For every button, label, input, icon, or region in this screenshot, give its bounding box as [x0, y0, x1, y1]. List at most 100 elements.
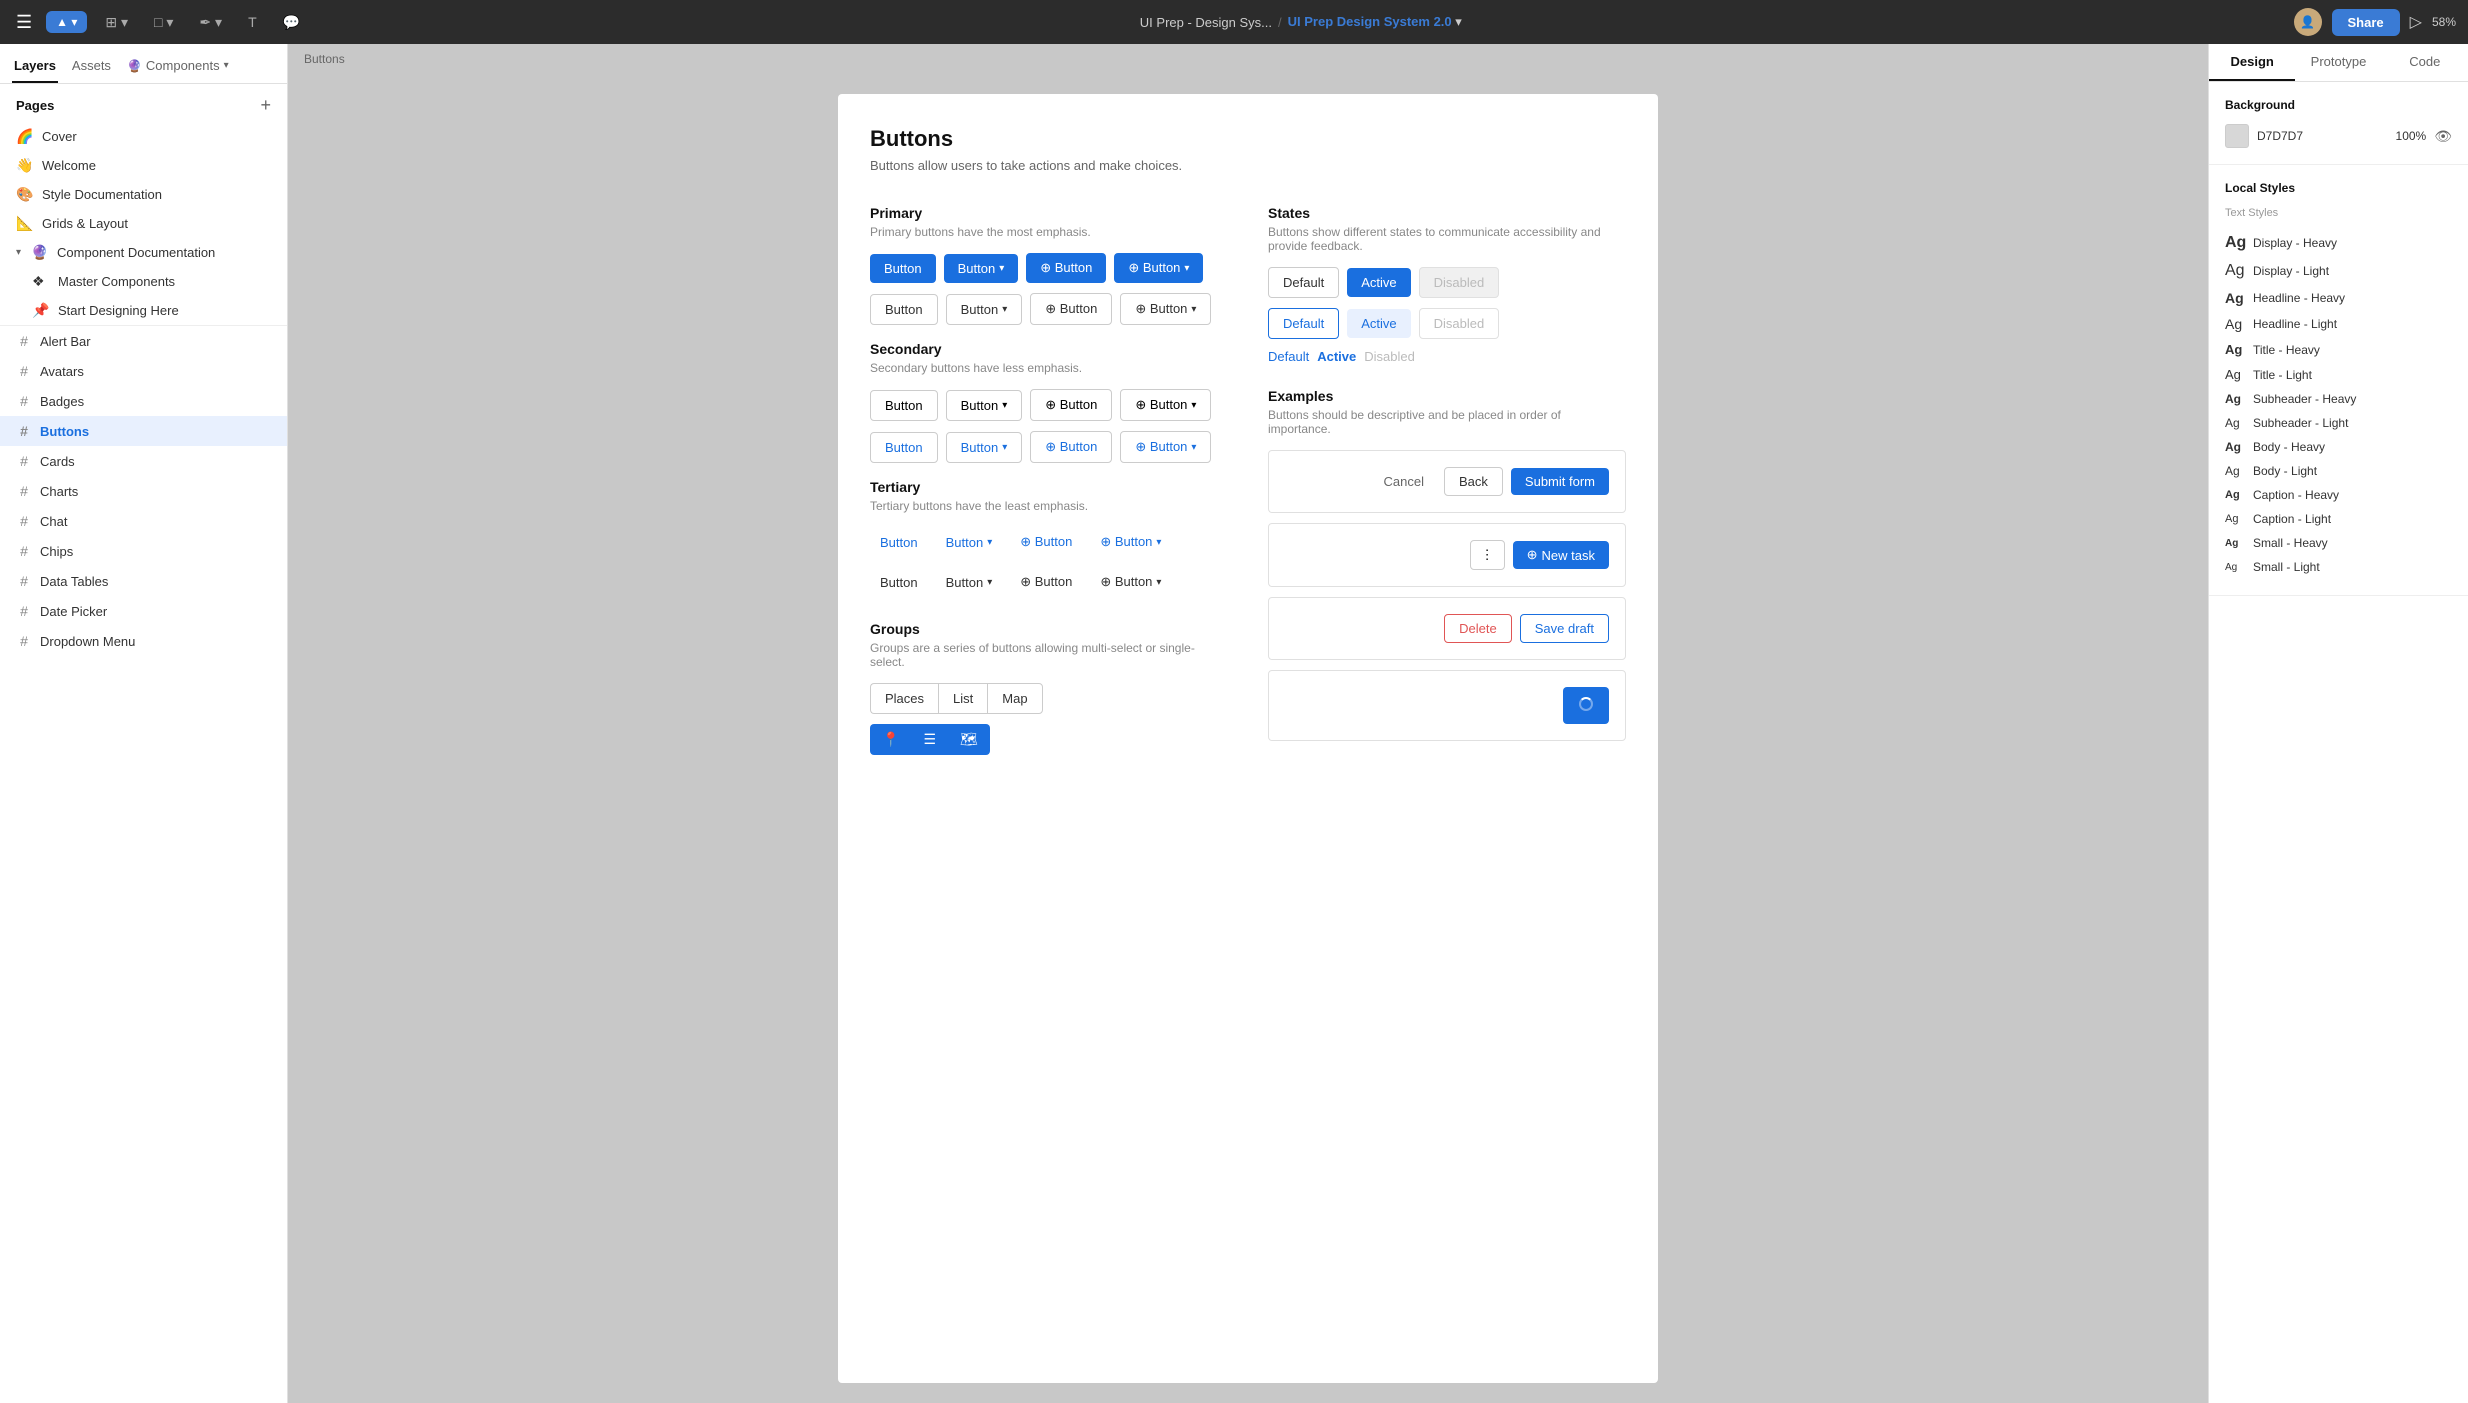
- style-title-heavy[interactable]: Ag Title - Heavy: [2225, 337, 2452, 362]
- primary-btn-outline[interactable]: Button: [870, 294, 938, 325]
- page-grids-layout[interactable]: 📐 Grids & Layout: [0, 209, 287, 238]
- background-hex: D7D7D7: [2257, 129, 2388, 143]
- secondary-btn-solid[interactable]: Button: [870, 390, 938, 421]
- tab-assets[interactable]: Assets: [70, 52, 113, 83]
- visibility-toggle-icon[interactable]: 👁: [2434, 128, 2452, 145]
- style-headline-heavy[interactable]: Ag Headline - Heavy: [2225, 285, 2452, 311]
- style-subheader-heavy[interactable]: Ag Subheader - Heavy: [2225, 387, 2452, 411]
- tertiary-btn-2-icon[interactable]: ⊕ Button: [1010, 567, 1082, 597]
- background-row: D7D7D7 100% 👁: [2225, 124, 2452, 148]
- group-list-icon[interactable]: ☰: [911, 724, 948, 755]
- frame-tool[interactable]: ⊞ ▾: [97, 10, 136, 35]
- state-default-1[interactable]: Default: [1268, 267, 1339, 298]
- sidebar-item-dropdown-menu[interactable]: # Dropdown Menu: [0, 626, 287, 656]
- more-options-button[interactable]: ⋮: [1470, 540, 1505, 570]
- tertiary-btn[interactable]: Button: [870, 528, 928, 557]
- add-page-button[interactable]: +: [260, 96, 271, 114]
- loading-button[interactable]: [1563, 687, 1609, 724]
- background-color-swatch[interactable]: [2225, 124, 2249, 148]
- state-active-2[interactable]: Active: [1347, 309, 1410, 338]
- play-button[interactable]: ▷: [2410, 12, 2422, 32]
- tertiary-btn-2[interactable]: Button: [870, 568, 928, 597]
- sidebar-item-buttons[interactable]: # Buttons: [0, 416, 287, 446]
- primary-btn-outline-dropdown[interactable]: Button ▾: [946, 294, 1023, 325]
- primary-btn-solid[interactable]: Button: [870, 254, 936, 283]
- sidebar-item-charts[interactable]: # Charts: [0, 476, 287, 506]
- sidebar-item-cards[interactable]: # Cards: [0, 446, 287, 476]
- sidebar-item-date-picker[interactable]: # Date Picker: [0, 596, 287, 626]
- panel-tabs: Layers Assets 🔮 Components ▾: [0, 44, 287, 84]
- pen-tool[interactable]: ✒ ▾: [191, 10, 230, 35]
- group-list-button[interactable]: List: [938, 683, 987, 714]
- back-button[interactable]: Back: [1444, 467, 1503, 496]
- group-location-icon[interactable]: 📍: [870, 724, 911, 755]
- style-caption-heavy[interactable]: Ag Caption - Heavy: [2225, 483, 2452, 507]
- page-cover[interactable]: 🌈 Cover: [0, 122, 287, 151]
- menu-button[interactable]: ☰: [12, 8, 36, 37]
- sidebar-item-chips[interactable]: # Chips: [0, 536, 287, 566]
- cursor-tool[interactable]: ▲ ▾: [46, 11, 87, 33]
- style-subheader-light[interactable]: Ag Subheader - Light: [2225, 411, 2452, 435]
- sidebar-item-alert-bar[interactable]: # Alert Bar: [0, 326, 287, 356]
- tertiary-btn-dropdown[interactable]: Button ▾: [936, 528, 1003, 557]
- style-display-heavy[interactable]: Ag Display - Heavy: [2225, 229, 2452, 257]
- delete-button[interactable]: Delete: [1444, 614, 1512, 643]
- tab-layers[interactable]: Layers: [12, 52, 58, 83]
- sidebar-item-chat[interactable]: # Chat: [0, 506, 287, 536]
- secondary-btn-accent-icon[interactable]: ⊕ Button: [1030, 431, 1112, 463]
- page-welcome[interactable]: 👋 Welcome: [0, 151, 287, 180]
- sidebar-item-badges[interactable]: # Badges: [0, 386, 287, 416]
- tab-code[interactable]: Code: [2382, 44, 2468, 81]
- state-default-3[interactable]: Default: [1268, 349, 1309, 364]
- tab-components[interactable]: 🔮 Components ▾: [125, 52, 231, 83]
- style-body-light[interactable]: Ag Body - Light: [2225, 459, 2452, 483]
- tertiary-btn-icon[interactable]: ⊕ Button: [1010, 527, 1082, 557]
- secondary-btn-icon-dropdown[interactable]: ⊕ Button ▾: [1120, 389, 1211, 421]
- comment-tool[interactable]: 💬: [275, 10, 308, 35]
- new-task-button[interactable]: ⊕ New task: [1513, 541, 1609, 569]
- style-headline-light[interactable]: Ag Headline - Light: [2225, 311, 2452, 337]
- style-body-heavy[interactable]: Ag Body - Heavy: [2225, 435, 2452, 459]
- tab-design[interactable]: Design: [2209, 44, 2295, 81]
- tab-prototype[interactable]: Prototype: [2295, 44, 2381, 81]
- primary-btn-outline-icon[interactable]: ⊕ Button: [1030, 293, 1112, 325]
- secondary-btn-icon[interactable]: ⊕ Button: [1030, 389, 1112, 421]
- primary-btn-solid-dropdown[interactable]: Button ▾: [944, 254, 1019, 283]
- primary-row-1: Button Button ▾ ⊕ Button ⊕ Button ▾: [870, 253, 1228, 283]
- sidebar-item-avatars[interactable]: # Avatars: [0, 356, 287, 386]
- style-small-light[interactable]: Ag Small - Light: [2225, 555, 2452, 579]
- group-map-button[interactable]: Map: [987, 683, 1042, 714]
- style-title-light[interactable]: Ag Title - Light: [2225, 362, 2452, 387]
- share-button[interactable]: Share: [2332, 9, 2400, 36]
- text-tool[interactable]: T: [240, 10, 265, 34]
- secondary-btn-accent-dropdown[interactable]: Button ▾: [946, 432, 1023, 463]
- style-caption-light[interactable]: Ag Caption - Light: [2225, 507, 2452, 531]
- submit-form-button[interactable]: Submit form: [1511, 468, 1609, 495]
- style-display-light[interactable]: Ag Display - Light: [2225, 257, 2452, 285]
- tertiary-btn-2-dropdown[interactable]: Button ▾: [936, 568, 1003, 597]
- state-active-1[interactable]: Active: [1347, 268, 1410, 297]
- group-map-icon[interactable]: 🗺: [948, 724, 990, 755]
- cancel-button[interactable]: Cancel: [1372, 468, 1436, 495]
- page-style-documentation[interactable]: 🎨 Style Documentation: [0, 180, 287, 209]
- shape-tool[interactable]: □ ▾: [146, 10, 181, 35]
- primary-btn-outline-icon-dropdown[interactable]: ⊕ Button ▾: [1120, 293, 1211, 325]
- primary-row-2: Button Button ▾ ⊕ Button ⊕ Button ▾: [870, 293, 1228, 325]
- style-small-heavy[interactable]: Ag Small - Heavy: [2225, 531, 2452, 555]
- tertiary-btn-icon-dropdown[interactable]: ⊕ Button ▾: [1090, 527, 1171, 557]
- secondary-btn-dropdown[interactable]: Button ▾: [946, 390, 1023, 421]
- primary-btn-icon-left[interactable]: ⊕ Button: [1026, 253, 1106, 283]
- tertiary-btn-2-icon-dropdown[interactable]: ⊕ Button ▾: [1090, 567, 1171, 597]
- state-default-2[interactable]: Default: [1268, 308, 1339, 339]
- page-master-components[interactable]: ❖ Master Components: [0, 267, 287, 296]
- group-places-button[interactable]: Places: [870, 683, 938, 714]
- secondary-btn-accent-icon-dropdown[interactable]: ⊕ Button ▾: [1120, 431, 1211, 463]
- page-component-docs[interactable]: ▾ 🔮 Component Documentation: [0, 238, 287, 267]
- state-active-3[interactable]: Active: [1317, 349, 1356, 364]
- file-path: UI Prep - Design Sys...: [1140, 15, 1272, 30]
- save-draft-button[interactable]: Save draft: [1520, 614, 1609, 643]
- primary-btn-icon-dropdown[interactable]: ⊕ Button ▾: [1114, 253, 1203, 283]
- sidebar-item-data-tables[interactable]: # Data Tables: [0, 566, 287, 596]
- page-start-designing[interactable]: 📌 Start Designing Here: [0, 296, 287, 325]
- secondary-btn-accent[interactable]: Button: [870, 432, 938, 463]
